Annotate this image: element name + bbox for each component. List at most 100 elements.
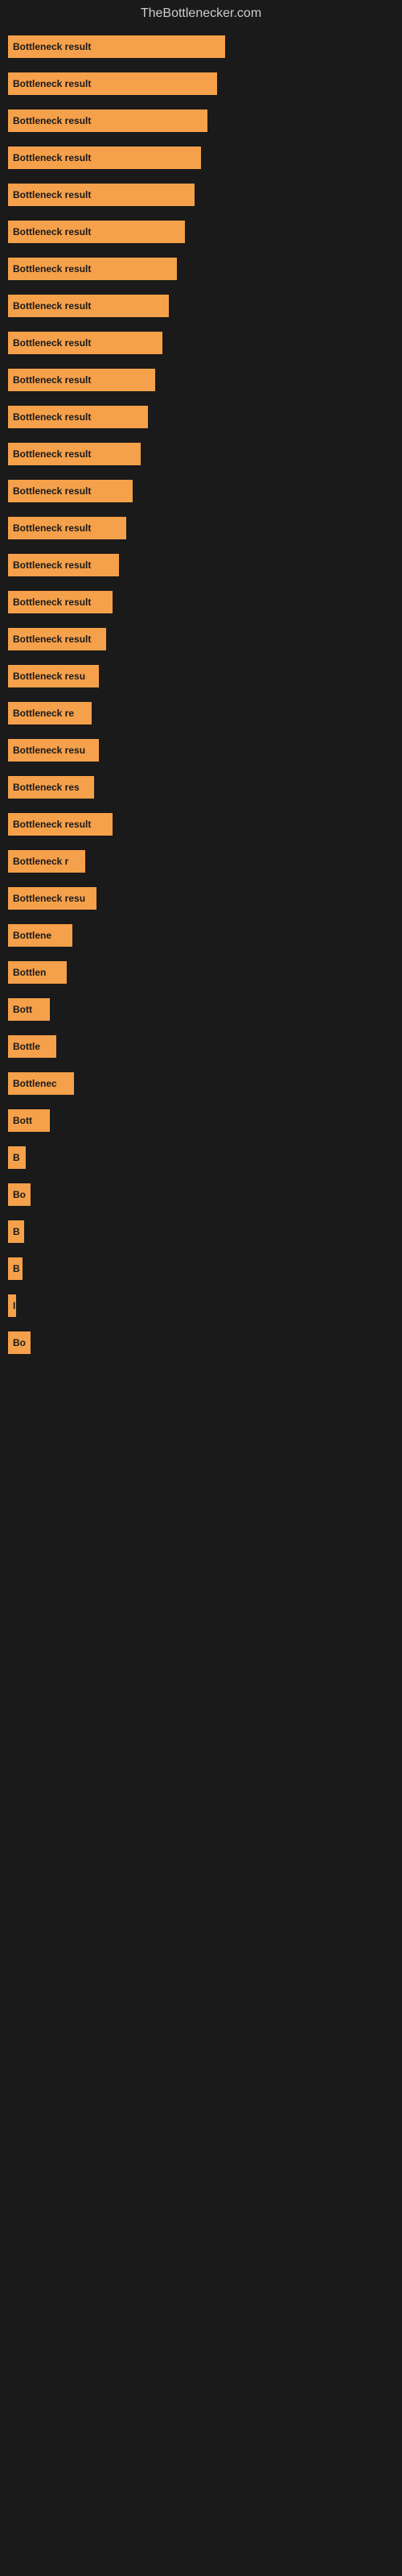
bar-label: Bottleneck result — [13, 300, 91, 312]
bar-row: Bott — [8, 1109, 394, 1132]
bottleneck-bar: Bo — [8, 1331, 31, 1354]
bottleneck-bar: Bottleneck result — [8, 813, 113, 836]
bar-label: I — [13, 1300, 15, 1311]
bar-row: Bottle — [8, 1035, 394, 1058]
bar-row: I — [8, 1294, 394, 1317]
bar-row: B — [8, 1257, 394, 1280]
bottleneck-bar: Bottleneck resu — [8, 665, 99, 687]
bar-label: Bottleneck result — [13, 597, 91, 608]
bottleneck-bar: Bottleneck result — [8, 332, 162, 354]
bar-row: Bottleneck r — [8, 850, 394, 873]
bottleneck-bar: Bottleneck resu — [8, 739, 99, 762]
site-title-text: TheBottlenecker.com — [141, 6, 261, 20]
bottleneck-bar: Bottleneck r — [8, 850, 85, 873]
bottleneck-bar: B — [8, 1220, 24, 1243]
bar-row: Bottlene — [8, 924, 394, 947]
bar-label: Bottleneck result — [13, 522, 91, 534]
bottleneck-bar: Bottleneck result — [8, 554, 119, 576]
bar-row: B — [8, 1146, 394, 1169]
bar-label: Bottleneck result — [13, 152, 91, 163]
bottleneck-bar: Bott — [8, 1109, 50, 1132]
bar-row: Bottleneck result — [8, 35, 394, 58]
bottleneck-bar: Bottleneck result — [8, 184, 195, 206]
bottleneck-bar: I — [8, 1294, 16, 1317]
bar-label: Bottleneck result — [13, 115, 91, 126]
bar-label: Bottleneck result — [13, 226, 91, 237]
bar-row: Bottleneck result — [8, 72, 394, 95]
bar-label: Bottleneck result — [13, 634, 91, 645]
bar-row: Bottleneck result — [8, 406, 394, 428]
bar-row: Bottleneck re — [8, 702, 394, 724]
bar-row: Bottleneck result — [8, 332, 394, 354]
bottleneck-bar: Bottleneck result — [8, 295, 169, 317]
bar-label: Bottlen — [13, 967, 46, 978]
bar-label: Bo — [13, 1337, 26, 1348]
bar-row: Bottleneck resu — [8, 665, 394, 687]
bar-row: Bottleneck res — [8, 776, 394, 799]
bar-row: Bottleneck result — [8, 147, 394, 169]
bar-row: Bottleneck result — [8, 480, 394, 502]
bar-row: Bottleneck result — [8, 295, 394, 317]
bottleneck-bar: Bottleneck result — [8, 628, 106, 650]
bottleneck-bar: Bottleneck result — [8, 147, 201, 169]
bottleneck-bar: Bottleneck result — [8, 35, 225, 58]
bottleneck-bar: Bottle — [8, 1035, 56, 1058]
bar-row: Bottleneck result — [8, 443, 394, 465]
bar-label: Bottleneck res — [13, 782, 80, 793]
bar-label: Bottleneck r — [13, 856, 68, 867]
bar-label: Bott — [13, 1004, 32, 1015]
bar-row: Bottlen — [8, 961, 394, 984]
bar-row: Bottleneck result — [8, 591, 394, 613]
bar-label: Bottleneck resu — [13, 671, 85, 682]
bottleneck-bar: Bottlen — [8, 961, 67, 984]
bottleneck-bar: Bottlene — [8, 924, 72, 947]
bottleneck-bar: Bottleneck result — [8, 480, 133, 502]
bar-row: Bottleneck resu — [8, 887, 394, 910]
bottleneck-bar: Bott — [8, 998, 50, 1021]
bar-label: Bottleneck result — [13, 41, 91, 52]
bar-row: Bottleneck result — [8, 109, 394, 132]
bar-row: Bottleneck result — [8, 369, 394, 391]
bar-label: Bottle — [13, 1041, 40, 1052]
bar-row: Bottleneck result — [8, 258, 394, 280]
site-title: TheBottlenecker.com — [0, 0, 402, 27]
bar-row: Bo — [8, 1331, 394, 1354]
bar-label: Bottleneck resu — [13, 893, 85, 904]
bar-label: Bott — [13, 1115, 32, 1126]
bar-row: Bottleneck result — [8, 554, 394, 576]
bar-row: Bottleneck resu — [8, 739, 394, 762]
bottleneck-bar: Bottleneck result — [8, 591, 113, 613]
bottleneck-bar: Bottleneck re — [8, 702, 92, 724]
bottleneck-bar: Bottlenec — [8, 1072, 74, 1095]
bar-label: Bottleneck result — [13, 411, 91, 423]
bottleneck-bar: Bottleneck result — [8, 258, 177, 280]
bottleneck-bar: Bottleneck res — [8, 776, 94, 799]
bar-label: Bo — [13, 1189, 26, 1200]
bar-label: Bottleneck result — [13, 263, 91, 275]
bottleneck-bar: Bottleneck result — [8, 517, 126, 539]
bottleneck-bar: Bottleneck result — [8, 72, 217, 95]
bar-label: Bottleneck result — [13, 189, 91, 200]
bottleneck-bar: Bottleneck result — [8, 369, 155, 391]
bottleneck-bar: Bottleneck result — [8, 443, 141, 465]
bar-row: Bottleneck result — [8, 221, 394, 243]
bar-row: Bottleneck result — [8, 517, 394, 539]
bottleneck-bar: Bottleneck result — [8, 109, 207, 132]
bar-label: Bottleneck result — [13, 819, 91, 830]
bar-row: B — [8, 1220, 394, 1243]
bar-row: Bottleneck result — [8, 628, 394, 650]
bottleneck-bar: B — [8, 1146, 26, 1169]
bar-label: Bottleneck result — [13, 337, 91, 349]
bar-label: Bottleneck result — [13, 485, 91, 497]
bars-container: Bottleneck result Bottleneck result Bottle… — [0, 27, 402, 1377]
bar-row: Bottleneck result — [8, 813, 394, 836]
bar-label: Bottleneck resu — [13, 745, 85, 756]
bar-row: Bott — [8, 998, 394, 1021]
bottleneck-bar: Bo — [8, 1183, 31, 1206]
bar-label: Bottleneck re — [13, 708, 74, 719]
bottleneck-bar: B — [8, 1257, 23, 1280]
bar-row: Bottleneck result — [8, 184, 394, 206]
bar-label: Bottlene — [13, 930, 51, 941]
bar-label: Bottleneck result — [13, 448, 91, 460]
bar-label: Bottlenec — [13, 1078, 57, 1089]
